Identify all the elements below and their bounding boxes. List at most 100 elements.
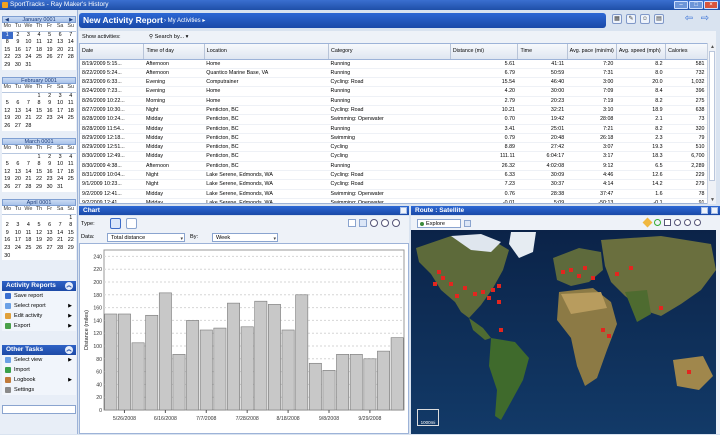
calendar-day[interactable]: 18 [65,108,76,116]
collapse-chevron-icon[interactable]: ︽ [65,346,73,354]
calendar-day[interactable]: 16 [13,47,24,55]
table-row[interactable]: 8/22/2009 5:24... Afternoon Quantico Marin… [80,68,708,79]
line-chart-type-icon[interactable] [126,218,137,229]
calendar-day[interactable]: 11 [23,230,34,238]
scroll-up-icon[interactable]: ▲ [708,43,717,51]
table-row[interactable]: 8/29/2009 12:51... Midday Penticton, BC Cyc… [80,142,708,153]
task-item-export[interactable]: Export ▶ [2,321,76,331]
calendar-day[interactable]: 5 [2,161,13,169]
table-row[interactable]: 8/19/2009 5:15... Afternoon Home Running 5.6… [80,59,708,69]
calendar-day[interactable]: 30 [2,253,13,261]
table-row[interactable]: 8/30/2009 12:49... Midday Penticton, BC Cyc… [80,151,708,162]
calendar-day[interactable]: 23 [44,176,55,184]
calendar-day[interactable]: 25 [65,176,76,184]
calendar-day[interactable]: 27 [44,245,55,253]
calendar-day[interactable]: 19 [2,115,13,123]
calendar-day[interactable]: 21 [55,237,66,245]
table-row[interactable]: 8/24/2009 7:23... Evening Home Running 4.20 3… [80,86,708,97]
calendar-day[interactable]: 24 [13,245,24,253]
calendar-day[interactable]: 21 [65,47,76,55]
bar-chart-type-icon[interactable] [110,218,121,229]
task-item-settings[interactable]: Settings [2,385,76,395]
calendar-day[interactable]: 12 [2,108,13,116]
table-row[interactable]: 8/23/2009 6:33... Evening Computrainer Cycl… [80,77,708,88]
calendar-day[interactable]: 20 [44,237,55,245]
table-row[interactable]: 8/28/2009 10:24... Midday Penticton, BC Swi… [80,114,708,125]
calendar-day[interactable]: 27 [13,123,24,131]
maximize-button[interactable]: □ [689,1,703,9]
by-select[interactable]: Week ▾ [212,233,278,242]
table-row[interactable]: 9/2/2009 12:41... Midday Lake Serene, Edmo… [80,198,708,203]
calendar-day[interactable]: 25 [23,245,34,253]
column-header[interactable]: Distance (mi) [450,44,519,60]
task-item-edit-activity[interactable]: Edit activity ▶ [2,311,76,321]
forward-arrow-icon[interactable]: ⇨ [699,14,711,24]
calendar-day[interactable]: 10 [55,100,66,108]
calendar-day[interactable]: 18 [65,169,76,177]
calendar-day[interactable]: 6 [55,32,66,40]
calendar-day[interactable]: 13 [44,230,55,238]
task-item-logbook[interactable]: Logbook ▶ [2,375,76,385]
calendar-day[interactable]: 23 [13,54,24,62]
calendar-day[interactable]: 10 [23,39,34,47]
calendar-day[interactable]: 16 [44,108,55,116]
tools-icon[interactable]: ✎ [626,14,636,24]
calendar-day[interactable]: 28 [23,123,34,131]
calendar-day[interactable]: 25 [65,115,76,123]
calendar-day[interactable]: 11 [34,39,45,47]
calendar-day[interactable]: 19 [44,47,55,55]
table-row[interactable]: 8/27/2009 10:30... Night Penticton, BC Cycl… [80,105,708,116]
calendar-day[interactable]: 12 [44,39,55,47]
calendar-day[interactable]: 9 [2,230,13,238]
scroll-down-icon[interactable]: ▼ [708,196,717,204]
table-scrollbar[interactable]: ▲ ▼ [707,43,716,204]
calendar-day[interactable]: 9 [44,100,55,108]
breadcrumb[interactable]: › My Activities ▸ [164,17,205,24]
calendar-day[interactable]: 15 [34,169,45,177]
chart-copy-icon[interactable] [348,219,356,227]
calendar-day[interactable]: 17 [13,237,24,245]
calendar-day[interactable]: 7 [55,222,66,230]
minimize-button[interactable]: – [674,1,688,9]
chart-settings-icon[interactable] [370,219,378,227]
calendar-day[interactable]: 24 [55,115,66,123]
left-search-input[interactable] [2,405,76,414]
column-header[interactable]: Avg. speed (mph) [616,44,667,60]
chart-save-icon[interactable] [359,219,367,227]
next-month-icon[interactable]: ▶ [69,17,73,23]
table-row[interactable]: 9/1/2009 10:23... Night Lake Serene, Edmon… [80,179,708,190]
calendar-day[interactable]: 1 [34,93,45,101]
calendar-day[interactable]: 26 [44,54,55,62]
map-marker-icon[interactable] [642,217,653,228]
calendar-day[interactable]: 7 [23,161,34,169]
calendar-day[interactable]: 17 [55,169,66,177]
calendar-day[interactable]: 10 [55,161,66,169]
calendar-day[interactable]: 6 [13,161,24,169]
calendar-day[interactable]: 2 [13,32,24,40]
calendar-day[interactable]: 29 [2,62,13,70]
calendar-day[interactable]: 3 [55,154,66,162]
calendar-day[interactable]: 1 [65,215,76,223]
calendar-day[interactable]: 14 [23,169,34,177]
prev-month-icon[interactable]: ◀ [5,17,9,23]
maximize-panel-icon[interactable] [400,207,407,214]
activity-reports-header[interactable]: Activity Reports ︽ [2,281,76,291]
user-icon[interactable]: ☺ [640,14,650,24]
table-row[interactable]: 8/26/2009 10:22... Morning Home Running 2.79… [80,96,708,107]
calendar-day[interactable]: 13 [13,169,24,177]
calendar-day[interactable]: 11 [65,161,76,169]
calendar-day[interactable]: 3 [13,222,24,230]
column-header[interactable]: Location [204,44,330,60]
calendar-day[interactable]: 27 [55,54,66,62]
calendar-day[interactable]: 28 [55,245,66,253]
calendar-day[interactable]: 10 [13,230,24,238]
task-item-select-report[interactable]: Select report ▶ [2,301,76,311]
calendar-day[interactable]: 28 [23,184,34,192]
calendar-day[interactable]: 13 [13,108,24,116]
calendar-day[interactable]: 6 [44,222,55,230]
calendar-day[interactable]: 21 [23,176,34,184]
calendar-day[interactable]: 3 [23,32,34,40]
map-layer-icon[interactable] [464,220,471,227]
calendar-day[interactable]: 20 [13,176,24,184]
column-header[interactable]: Time [517,44,568,60]
